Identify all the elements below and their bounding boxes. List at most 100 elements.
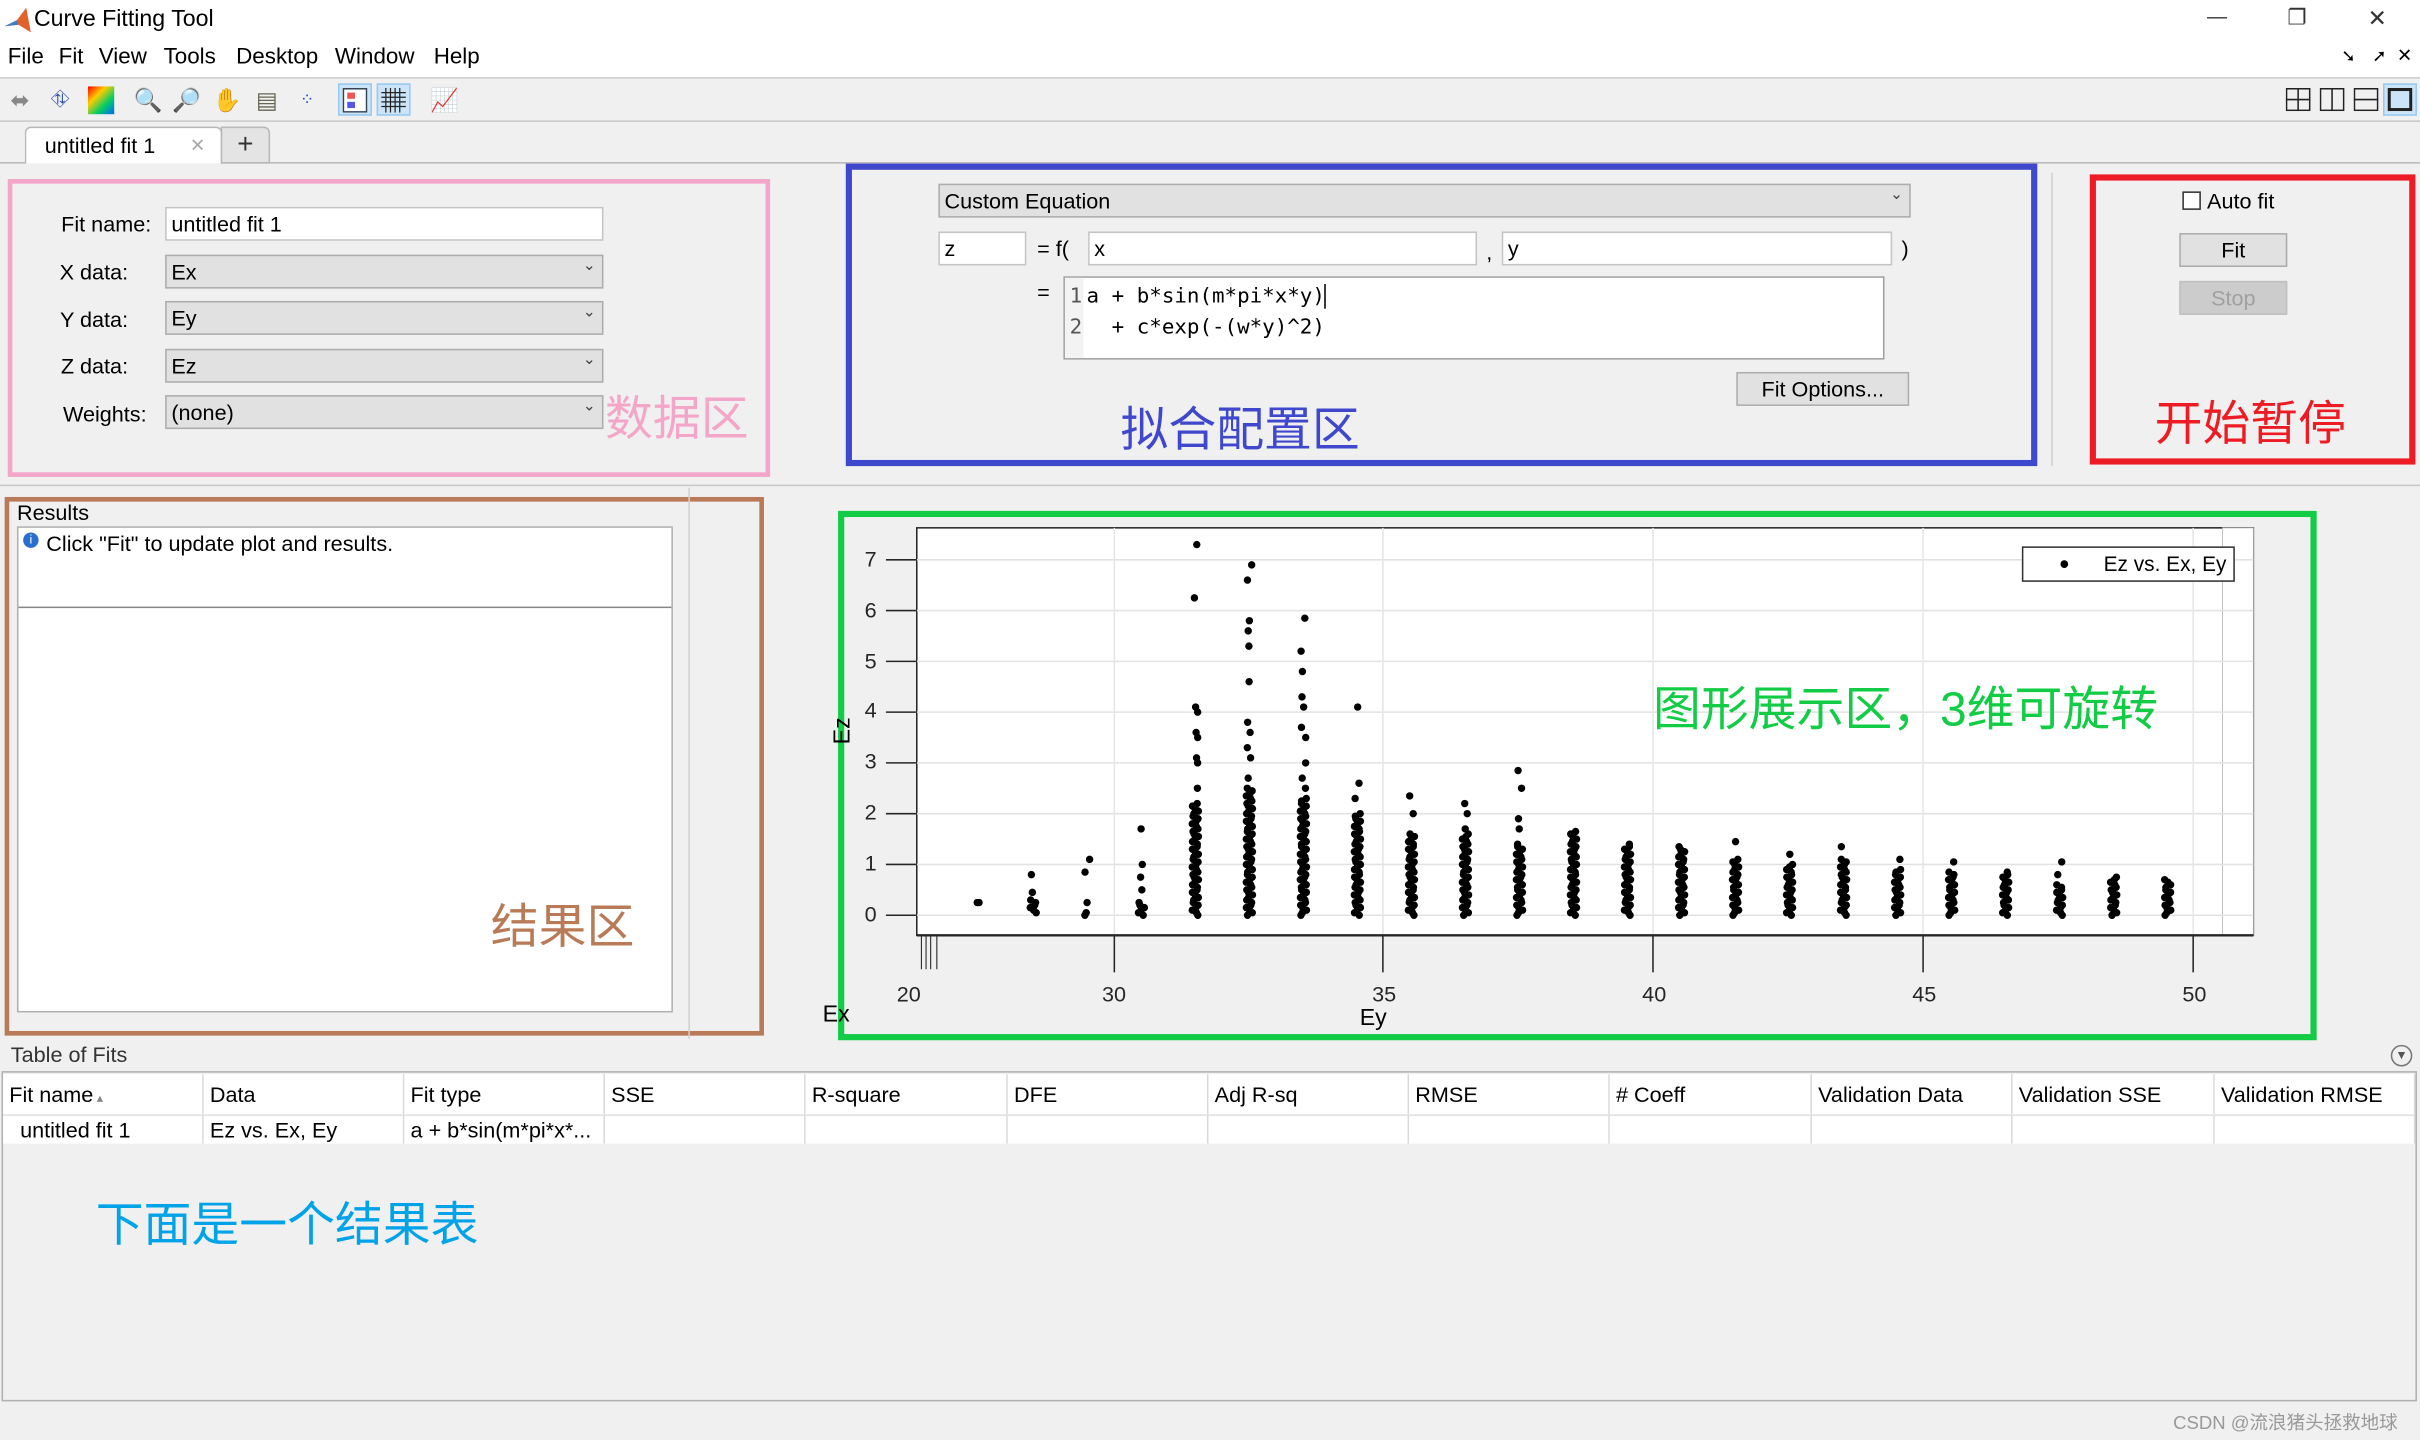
y-tick-label: 3 bbox=[864, 749, 877, 774]
undock-icon[interactable]: ➘ bbox=[2341, 46, 2355, 67]
ex-tick-label: 20 bbox=[896, 981, 921, 1007]
axes-limits-icon[interactable]: 📈 bbox=[428, 83, 462, 115]
table-cell[interactable] bbox=[1409, 1114, 1610, 1144]
menu-fit[interactable]: Fit bbox=[59, 45, 84, 70]
data-point bbox=[1297, 723, 1306, 732]
column-header[interactable]: Fit name ▴ bbox=[3, 1074, 204, 1115]
rotate-icon[interactable]: ⬌ bbox=[3, 83, 37, 115]
close-paren-label: ) bbox=[1901, 236, 1909, 261]
menu-window[interactable]: Window bbox=[335, 45, 415, 70]
plot-legend[interactable]: Ez vs. Ex, Ey bbox=[2021, 546, 2235, 582]
weights-select[interactable]: (none) ⌄ bbox=[165, 395, 604, 430]
close-panel-icon[interactable]: ✕ bbox=[2397, 45, 2413, 67]
data-point bbox=[1896, 855, 1904, 864]
data-point bbox=[2160, 875, 2169, 884]
z-data-select[interactable]: Ez ⌄ bbox=[165, 348, 604, 383]
column-header[interactable]: Validation SSE bbox=[2012, 1074, 2215, 1115]
split-vertical-icon[interactable] bbox=[2315, 83, 2349, 115]
scatter-plot[interactable] bbox=[838, 511, 2317, 1040]
data-point bbox=[1356, 809, 1364, 818]
close-button[interactable]: ✕ bbox=[2368, 5, 2387, 32]
column-header[interactable]: Adj R-sq bbox=[1208, 1074, 1410, 1115]
fit-name-input[interactable]: untitled fit 1 bbox=[165, 206, 604, 241]
table-cell[interactable]: untitled fit 1 bbox=[3, 1114, 204, 1144]
table-cell[interactable]: Ez vs. Ex, Ey bbox=[203, 1114, 405, 1144]
data-point bbox=[1301, 784, 1310, 792]
column-header[interactable]: Validation RMSE bbox=[2214, 1074, 2416, 1115]
data-point bbox=[1192, 728, 1200, 737]
column-header[interactable]: DFE bbox=[1007, 1074, 1209, 1115]
table-cell[interactable] bbox=[2214, 1114, 2416, 1144]
x-data-select[interactable]: Ex ⌄ bbox=[165, 254, 604, 289]
menu-file[interactable]: File bbox=[8, 45, 44, 70]
table-title: Table of Fits bbox=[10, 1041, 128, 1067]
table-cell[interactable] bbox=[1007, 1114, 1209, 1144]
fit-type-value: Custom Equation bbox=[944, 188, 1111, 213]
data-point bbox=[1298, 693, 1306, 701]
y-data-select[interactable]: Ey ⌄ bbox=[165, 300, 604, 335]
data-cursor-icon[interactable]: ⛗ bbox=[43, 83, 77, 115]
y-tick-label: 1 bbox=[864, 850, 877, 876]
exclude-outliers-icon[interactable]: ⁘ bbox=[290, 83, 324, 115]
auto-fit-checkbox[interactable] bbox=[2182, 191, 2201, 210]
fit-config-annotation: 拟合配置区 bbox=[1120, 402, 1360, 457]
column-header[interactable]: SSE bbox=[605, 1074, 806, 1115]
tab-untitled-fit-1[interactable]: untitled fit 1 ✕ bbox=[24, 126, 223, 164]
colormap-icon[interactable] bbox=[83, 83, 117, 115]
table-cell[interactable] bbox=[1811, 1114, 2013, 1144]
data-point bbox=[1193, 784, 1202, 792]
data-point bbox=[1191, 703, 1200, 711]
collapse-table-icon[interactable]: ▼ bbox=[2390, 1044, 2413, 1067]
grid-2x2-icon[interactable] bbox=[2281, 83, 2315, 115]
data-tip-icon[interactable]: ▤ bbox=[250, 83, 284, 115]
fit-button[interactable]: Fit bbox=[2179, 233, 2288, 268]
y-variable-input[interactable]: y bbox=[1501, 231, 1893, 266]
table-cell[interactable]: a + b*sin(m*pi*x*... bbox=[404, 1114, 606, 1144]
add-tab-button[interactable]: + bbox=[220, 126, 271, 164]
data-point bbox=[1026, 896, 1035, 904]
column-header[interactable]: Validation Data bbox=[1811, 1074, 2013, 1115]
x-data-label: X data: bbox=[59, 259, 129, 284]
column-header[interactable]: Fit type bbox=[404, 1074, 606, 1115]
legend-icon[interactable] bbox=[338, 83, 372, 116]
pan-icon[interactable]: ✋ bbox=[210, 83, 244, 115]
menu-desktop[interactable]: Desktop bbox=[236, 45, 318, 70]
menu-help[interactable]: Help bbox=[434, 45, 480, 70]
stop-button[interactable]: Stop bbox=[2179, 280, 2288, 315]
table-cell[interactable] bbox=[605, 1114, 806, 1144]
fit-options-button[interactable]: Fit Options... bbox=[1736, 371, 1910, 406]
column-header[interactable]: Data bbox=[203, 1074, 405, 1115]
data-point bbox=[1463, 809, 1471, 818]
table-cell[interactable] bbox=[1208, 1114, 1410, 1144]
x-variable-input[interactable]: x bbox=[1088, 231, 1478, 266]
table-cell[interactable] bbox=[805, 1114, 1008, 1144]
grid-icon[interactable] bbox=[376, 83, 411, 116]
fit-type-select[interactable]: Custom Equation ⌄ bbox=[938, 183, 1911, 218]
single-view-icon[interactable] bbox=[2383, 83, 2417, 116]
results-annotation: 结果区 bbox=[490, 899, 635, 954]
data-point bbox=[1734, 855, 1742, 864]
minimize-button[interactable]: — bbox=[2207, 5, 2227, 28]
table-cell[interactable] bbox=[1609, 1114, 1812, 1144]
data-point bbox=[1513, 840, 1522, 848]
menu-view[interactable]: View bbox=[99, 45, 147, 70]
table-cell[interactable] bbox=[2012, 1114, 2215, 1144]
data-point bbox=[1675, 842, 1683, 851]
close-tab-icon[interactable]: ✕ bbox=[190, 134, 206, 156]
zoom-out-icon[interactable]: 🔎 bbox=[170, 83, 204, 115]
dock-icon[interactable]: ➚ bbox=[2372, 46, 2386, 67]
sort-ascending-icon[interactable]: ▴ bbox=[93, 1091, 103, 1105]
restore-button[interactable]: ❐ bbox=[2287, 5, 2306, 31]
zoom-in-icon[interactable]: 🔍 bbox=[131, 83, 165, 115]
column-header[interactable]: # Coeff bbox=[1609, 1074, 1812, 1115]
matlab-logo-icon bbox=[4, 7, 31, 33]
column-header[interactable]: RMSE bbox=[1409, 1074, 1610, 1115]
data-point bbox=[1788, 860, 1797, 869]
column-header[interactable]: R-square bbox=[805, 1074, 1008, 1115]
y-tick-label: 7 bbox=[864, 545, 877, 571]
menu-tools[interactable]: Tools bbox=[164, 45, 216, 70]
split-horizontal-icon[interactable] bbox=[2349, 83, 2383, 115]
equation-editor[interactable]: 1 a + b*sin(m*pi*x*y) 2 + c*exp(-(w*y)^2… bbox=[1063, 276, 1885, 360]
output-variable-input[interactable]: z bbox=[938, 231, 1027, 266]
line-number: 2 bbox=[1069, 314, 1083, 340]
